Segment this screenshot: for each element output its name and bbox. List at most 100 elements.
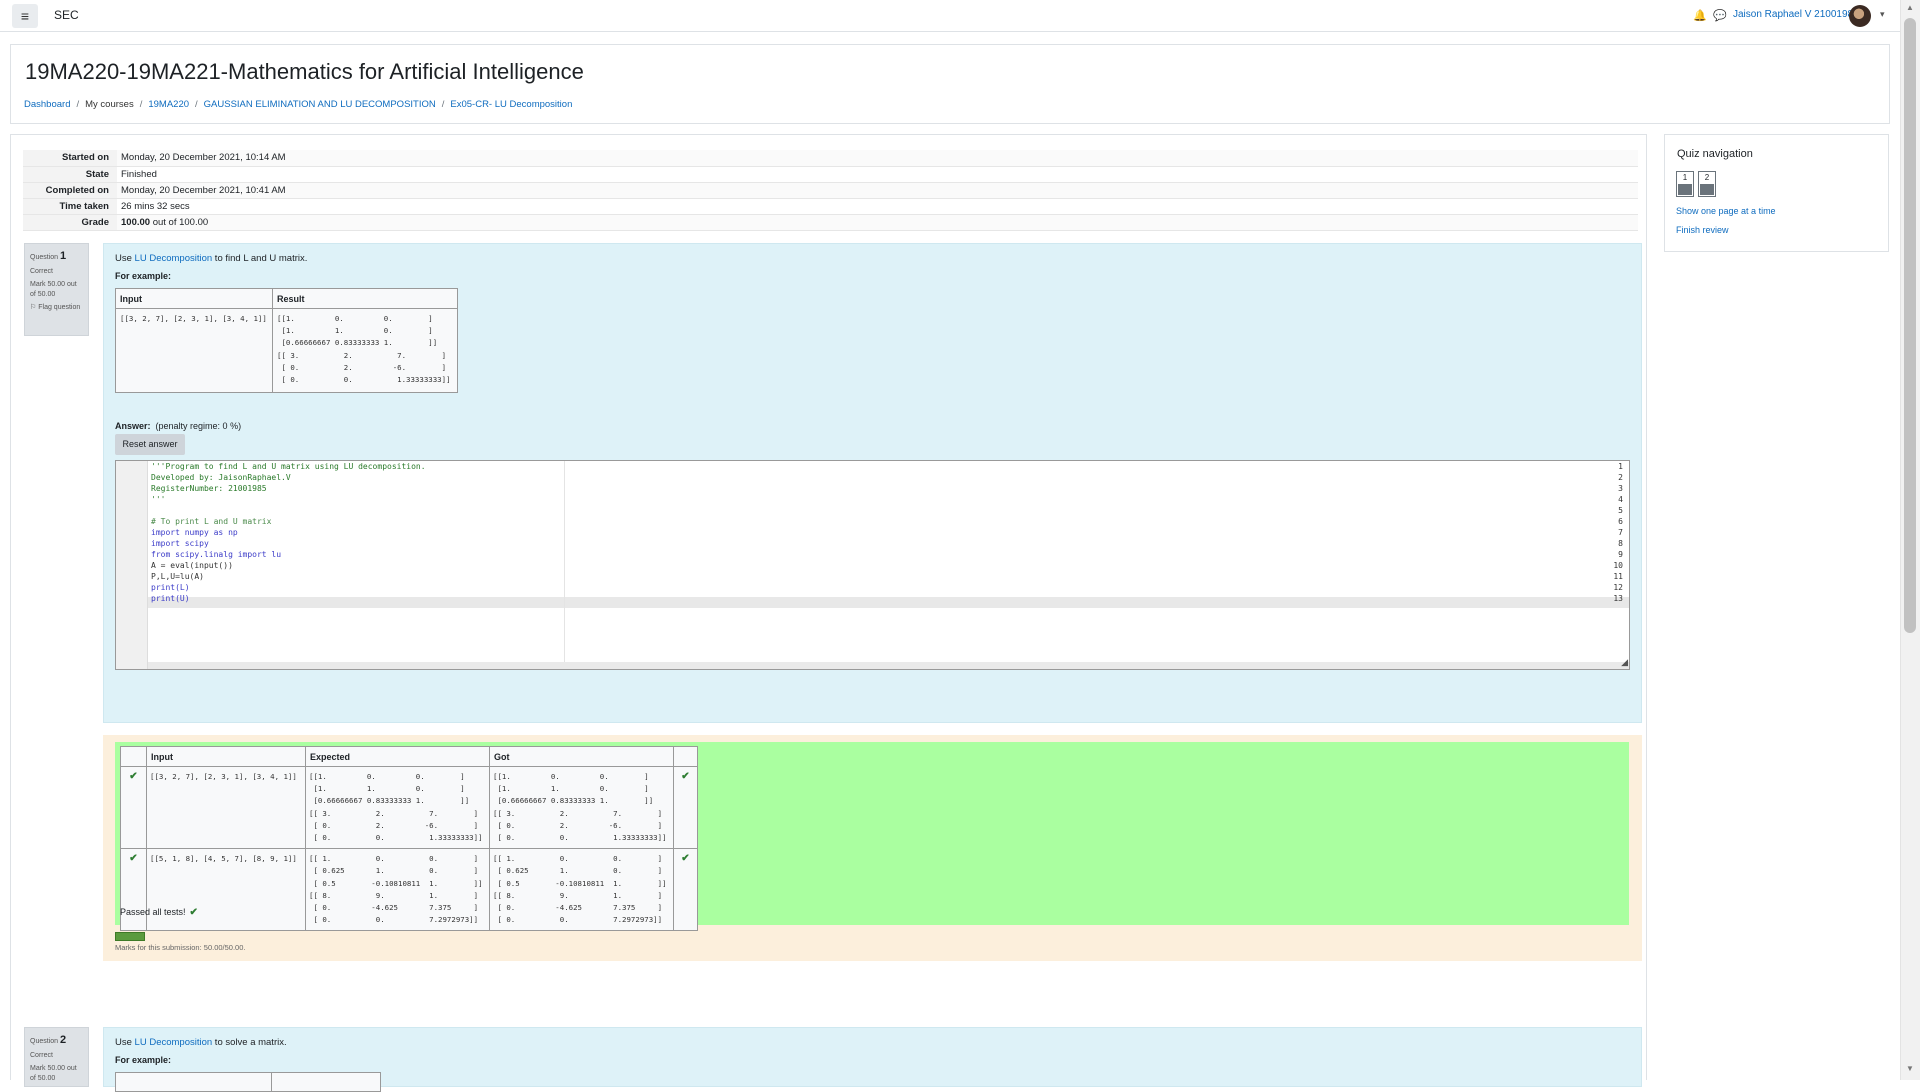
quiz-nav-button-1[interactable]: 1 (1676, 171, 1694, 197)
breadcrumb-separator: / (441, 99, 445, 110)
results-header-expected: Expected (305, 746, 490, 767)
editor-print-margin (564, 461, 565, 669)
question-2-content: Use LU Decomposition to solve a matrix. … (103, 1027, 1642, 1092)
example-header-result: Result (272, 288, 458, 309)
result-expected: [[1. 0. 0. ] [1. 1. 0. ] [0.66666667 0.8… (309, 772, 483, 843)
line-number: 12 (1613, 583, 1623, 592)
editor-active-line (148, 597, 1629, 608)
lu-decomposition-link[interactable]: LU Decomposition (135, 1037, 213, 1048)
question-number: Question 1 (30, 249, 83, 264)
result-expected: [[ 1. 0. 0. ] [ 0.625 1. 0. ] [ 0.5 -0.1… (309, 854, 483, 925)
messages-icon[interactable]: 💬 (1713, 9, 1727, 22)
finish-review-link[interactable]: Finish review (1676, 225, 1729, 235)
check-icon: ✔ (120, 848, 147, 932)
scroll-up-arrow-icon[interactable]: ▲ (1906, 3, 1914, 12)
question-mark: Mark 50.00 out of 50.00 (30, 281, 77, 298)
top-navbar: ≡ SEC 🔔 💬 Jaison Raphael V 21001985 ▾ (0, 0, 1900, 32)
editor-gutter (116, 461, 148, 669)
example-table-partial (115, 1072, 272, 1092)
code-line: P,L,U=lu(A) (151, 572, 204, 581)
summary-value: 26 mins 32 secs (121, 200, 190, 212)
result-expected-cell: [[1. 0. 0. ] [1. 1. 0. ] [0.66666667 0.8… (305, 765, 490, 850)
code-line: print(L) (151, 583, 190, 592)
grade-out-of: out of 100.00 (150, 216, 209, 228)
summary-label: Time taken (23, 198, 117, 214)
lu-decomposition-link[interactable]: LU Decomposition (135, 253, 213, 264)
question-number-value: 1 (60, 250, 67, 262)
results-header-result (673, 746, 698, 767)
code-line: # To print L and U matrix (151, 517, 272, 526)
scrollbar-thumb[interactable] (1904, 18, 1916, 633)
question-text-before: Use (115, 253, 135, 264)
result-input-cell: [[5, 1, 8], [4, 5, 7], [8, 9, 1]] (146, 848, 306, 932)
result-got: [[1. 0. 0. ] [1. 1. 0. ] [0.66666667 0.8… (493, 772, 667, 843)
resize-handle-icon[interactable]: ◢ (1621, 657, 1628, 668)
site-name[interactable]: SEC (54, 8, 79, 22)
summary-label: State (23, 166, 117, 182)
show-one-page-link[interactable]: Show one page at a time (1676, 206, 1776, 216)
scroll-down-arrow-icon[interactable]: ▼ (1906, 1064, 1914, 1073)
line-number: 4 (1618, 495, 1623, 504)
quiz-nav-button-2[interactable]: 2 (1698, 171, 1716, 197)
code-line: print(U) (151, 594, 190, 603)
page-scrollbar[interactable]: ▲ ▼ (1900, 0, 1920, 1080)
reset-answer-button[interactable]: Reset answer (115, 434, 185, 455)
example-result-cell: [[1. 0. 0. ] [1. 1. 0. ] [0.66666667 0.8… (272, 308, 458, 393)
question-text: Use LU Decomposition to solve a matrix. (115, 1037, 287, 1048)
passed-all-tests-text: Passed all tests! (120, 907, 186, 917)
user-menu-name[interactable]: Jaison Raphael V 21001985 (1733, 9, 1859, 20)
test-results-table: Input Expected Got ✔ [[3, 2, 7], [2, 3, … (120, 746, 698, 932)
breadcrumb-section[interactable]: GAUSSIAN ELIMINATION AND LU DECOMPOSITIO… (204, 99, 436, 110)
result-input: [[3, 2, 7], [2, 3, 1], [3, 4, 1]] (150, 772, 297, 781)
summary-row-started: Started on Monday, 20 December 2021, 10:1… (23, 150, 1638, 166)
summary-label: Started on (23, 150, 117, 166)
marks-for-submission: Marks for this submission: 50.00/50.00. (115, 943, 246, 952)
for-example-label: For example: (115, 271, 172, 281)
summary-value: Monday, 20 December 2021, 10:14 AM (117, 150, 1638, 166)
code-line: Developed by: JaisonRaphael.V (151, 473, 291, 482)
breadcrumb-dashboard[interactable]: Dashboard (24, 99, 70, 110)
breadcrumb-course[interactable]: 19MA220 (148, 99, 189, 110)
answer-label: Answer: (penalty regime: 0 %) (115, 421, 241, 431)
hamburger-menu-button[interactable]: ≡ (12, 4, 38, 28)
quiz-nav-button-number: 1 (1682, 173, 1688, 182)
main-region: Started on Monday, 20 December 2021, 10:1… (10, 134, 1647, 1092)
line-number: 2 (1618, 473, 1623, 482)
result-got-cell: [[1. 0. 0. ] [1. 1. 0. ] [0.66666667 0.8… (489, 765, 674, 850)
question-number: Question 2 (30, 1033, 83, 1048)
question-text-before: Use (115, 1037, 135, 1048)
breadcrumb: Dashboard / My courses / 19MA220 / GAUSSIAN EL… (24, 99, 572, 110)
flag-icon: ⚐ (30, 304, 37, 312)
check-icon: ✔ (673, 765, 698, 850)
notification-bell-icon[interactable]: 🔔 (1693, 9, 1707, 22)
grade-value: 100.00 (121, 216, 151, 228)
breadcrumb-quiz[interactable]: Ex05-CR- LU Decomposition (450, 99, 572, 110)
line-number: 9 (1618, 550, 1623, 559)
test-results-panel: Input Expected Got ✔ [[3, 2, 7], [2, 3, … (115, 742, 1629, 932)
code-editor[interactable]: 1 2 3 4 5 6 7 8 9 10 11 12 13 '''Program… (115, 460, 1630, 670)
line-number: 1 (1618, 462, 1623, 471)
code-line: import scipy (151, 539, 209, 548)
quiz-navigation-title: Quiz navigation (1677, 148, 1753, 160)
editor-horizontal-scrollbar[interactable] (148, 662, 1629, 669)
line-number: 3 (1618, 484, 1623, 493)
chevron-down-icon[interactable]: ▾ (1880, 9, 1885, 20)
code-line: '''Program to find L and U matrix using … (151, 462, 426, 471)
result-got-cell: [[ 1. 0. 0. ] [ 0.625 1. 0. ] [ 0.5 -0.1… (489, 848, 674, 932)
result-got: [[ 1. 0. 0. ] [ 0.625 1. 0. ] [ 0.5 -0.1… (493, 854, 667, 925)
example-input-cell: [[3, 2, 7], [2, 3, 1], [3, 4, 1]] (115, 308, 273, 393)
mark-progress-bar (115, 932, 145, 941)
flag-question-link[interactable]: ⚐ Flag question (30, 303, 83, 312)
question-1-content: Use LU Decomposition to find L and U mat… (103, 243, 1642, 723)
summary-row-completed: Completed on Monday, 20 December 2021, 10… (23, 182, 1638, 198)
quiz-navigation-block: Quiz navigation 1 2 Show one page at a t… (1664, 134, 1889, 252)
line-number: 6 (1618, 517, 1623, 526)
summary-value: Monday, 20 December 2021, 10:41 AM (117, 182, 1638, 198)
code-line: from scipy.linalg import lu (151, 550, 282, 559)
example-table: Input Result [[3, 2, 7], [2, 3, 1], [3, 4… (115, 288, 458, 393)
summary-label: Grade (23, 214, 117, 230)
avatar[interactable] (1849, 5, 1871, 27)
question-1-info: Question 1 Correct Mark 50.00 out of 50.0… (24, 243, 89, 336)
breadcrumb-separator: / (195, 99, 198, 110)
line-number: 7 (1618, 528, 1623, 537)
